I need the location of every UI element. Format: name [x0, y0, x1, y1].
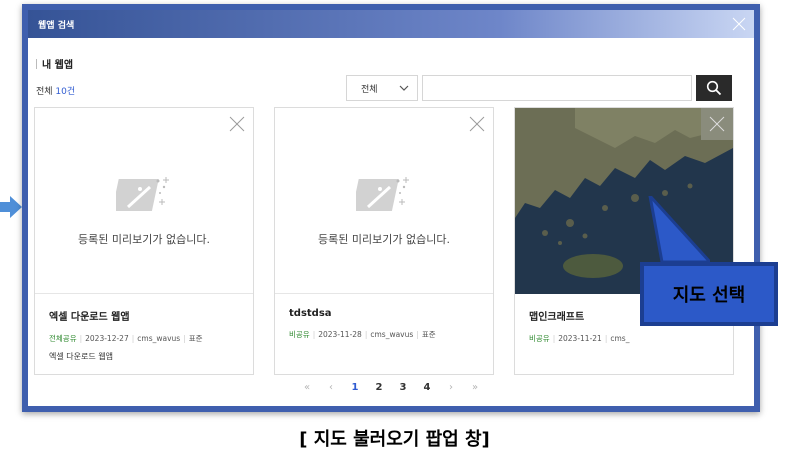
share-status: 비공유	[529, 334, 550, 343]
meta-separator: |	[131, 334, 135, 343]
page-button-2[interactable]: 2	[367, 382, 391, 393]
prev-page-button[interactable]: ‹	[319, 382, 343, 393]
pagination: « ‹ 1 2 3 4 › »	[28, 382, 754, 393]
card-template: 표준	[188, 334, 203, 343]
meta-separator: |	[552, 334, 556, 343]
card-owner: cms_wavus	[370, 330, 414, 339]
share-status: 전체공유	[49, 334, 77, 343]
close-icon[interactable]	[227, 114, 247, 134]
page: 웹앱 검색 내 웹앱 전체 10건 전체 등록된 미리보기가 없습니다. 엑셀 …	[0, 0, 789, 471]
filter-select[interactable]: 전체	[346, 75, 418, 101]
card-meta: 비공유 | 2023-11-28 | cms_wavus | 표준	[289, 329, 479, 340]
close-icon[interactable]	[707, 114, 727, 134]
meta-separator: |	[364, 330, 368, 339]
card-date: 2023-11-28	[318, 330, 362, 339]
card-title[interactable]: 엑셀 다운로드 웹앱	[49, 308, 239, 323]
search-button[interactable]	[696, 75, 732, 101]
no-preview-text: 등록된 미리보기가 없습니다.	[78, 232, 210, 246]
page-button-3[interactable]: 3	[391, 382, 415, 393]
arrow-right-icon	[0, 196, 22, 218]
webapp-card[interactable]: 등록된 미리보기가 없습니다. tdstdsa 비공유 | 2023-11-28 | c…	[274, 107, 494, 375]
card-info: tdstdsa 비공유 | 2023-11-28 | cms_wavus | 표준	[275, 294, 493, 340]
meta-separator: |	[312, 330, 316, 339]
count-value: 10건	[55, 87, 76, 97]
card-date: 2023-12-27	[85, 334, 129, 343]
magic-wand-icon	[116, 176, 169, 211]
section-title: 내 웹앱	[36, 56, 73, 71]
count-prefix: 전체	[36, 87, 56, 97]
next-page-button[interactable]: ›	[439, 382, 463, 393]
card-template: 표준	[421, 330, 436, 339]
chevron-down-icon	[399, 85, 409, 91]
search-input[interactable]	[422, 75, 692, 101]
share-status: 비공유	[289, 330, 310, 339]
card-owner: cms_	[610, 334, 630, 343]
first-page-button[interactable]: «	[295, 382, 319, 393]
page-button-1[interactable]: 1	[343, 382, 367, 393]
close-icon[interactable]	[467, 114, 487, 134]
page-button-4[interactable]: 4	[415, 382, 439, 393]
card-info: 엑셀 다운로드 웹앱 전체공유 | 2023-12-27 | cms_wavus | 표준 …	[35, 294, 253, 362]
callout-label: 지도 선택	[640, 262, 778, 326]
no-preview-text: 등록된 미리보기가 없습니다.	[318, 232, 450, 246]
magic-wand-icon	[356, 176, 409, 211]
modal-header: 웹앱 검색	[28, 10, 754, 38]
card-preview: 등록된 미리보기가 없습니다.	[35, 108, 253, 294]
last-page-button[interactable]: »	[463, 382, 487, 393]
webapp-card[interactable]: 등록된 미리보기가 없습니다. 엑셀 다운로드 웹앱 전체공유 | 2023-12-…	[34, 107, 254, 375]
figure-caption: [ 지도 불러오기 팝업 창]	[299, 429, 490, 450]
search-icon	[706, 80, 722, 96]
callout-pointer	[648, 196, 710, 264]
card-title[interactable]: tdstdsa	[289, 308, 479, 319]
meta-separator: |	[416, 330, 419, 339]
divider	[36, 58, 37, 69]
filter-selected-value: 전체	[361, 84, 378, 95]
card-preview: 등록된 미리보기가 없습니다.	[275, 108, 493, 294]
result-count: 전체 10건	[36, 84, 75, 97]
card-description: 엑셀 다운로드 웹앱	[49, 352, 113, 361]
meta-separator: |	[604, 334, 608, 343]
card-date: 2023-11-21	[558, 334, 602, 343]
card-owner: cms_wavus	[137, 334, 181, 343]
modal-title: 웹앱 검색	[38, 20, 75, 31]
card-meta: 전체공유 | 2023-12-27 | cms_wavus | 표준	[49, 333, 239, 344]
close-icon[interactable]	[730, 15, 748, 33]
meta-separator: |	[183, 334, 186, 343]
card-meta: 비공유 | 2023-11-21 | cms_	[529, 333, 719, 344]
meta-separator: |	[79, 334, 83, 343]
section-title-label: 내 웹앱	[42, 60, 74, 71]
